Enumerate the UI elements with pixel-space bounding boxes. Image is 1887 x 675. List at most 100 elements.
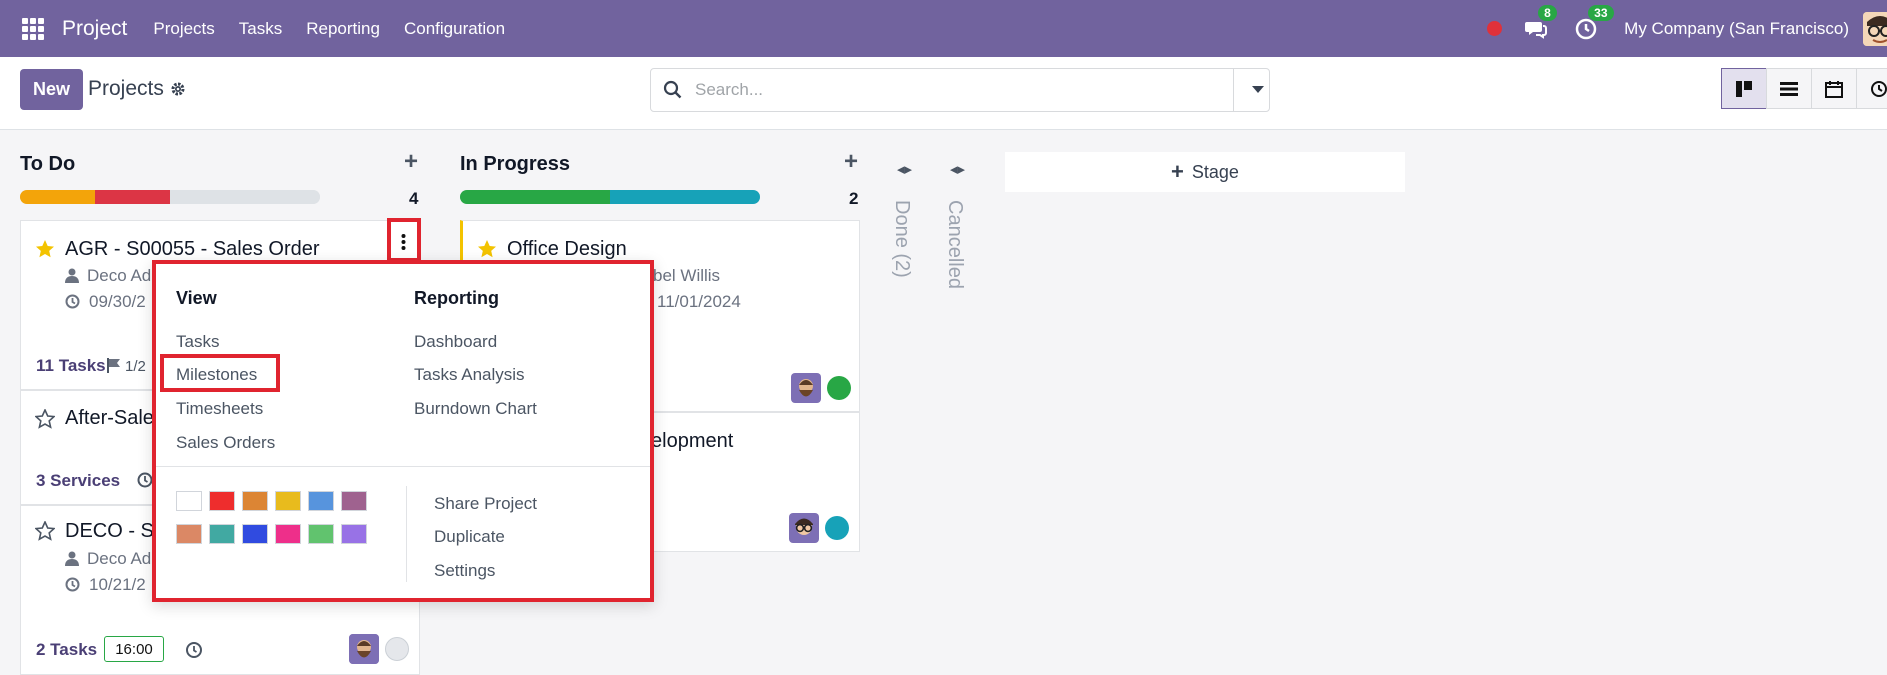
kanban-icon [1736,80,1752,97]
column-count-todo: 4 [409,189,419,208]
menu-item-timesheets[interactable]: Timesheets [176,399,263,419]
activities-badge: 33 [1588,4,1614,21]
status-indicator[interactable] [825,516,849,540]
list-icon [1780,81,1798,96]
status-indicator[interactable] [827,376,851,400]
menu-item-share-project[interactable]: Share Project [434,494,537,514]
favorite-star-icon[interactable] [35,521,55,541]
folded-column-done[interactable]: Done (2) [890,200,913,278]
add-stage-label: Stage [1191,161,1239,182]
card-date: 10/21/2 [89,575,146,594]
color-swatch-3[interactable] [275,491,301,511]
dropdown-divider [156,466,650,467]
calendar-view-button[interactable] [1811,68,1857,109]
menu-reporting[interactable]: Reporting [306,19,380,39]
dropdown-vertical-divider [406,486,407,582]
column-title-in-progress[interactable]: In Progress [460,153,570,176]
color-swatch-8[interactable] [242,524,268,544]
status-indicator[interactable] [385,637,409,661]
page-title: Projects [88,77,164,100]
expand-cancelled-column-icon[interactable]: ◂▸ [950,160,965,178]
card-title: AGR - S00055 - Sales Order [65,238,320,260]
color-swatch-0[interactable] [176,491,202,511]
list-view-button[interactable] [1766,68,1812,109]
activity-view-button[interactable] [1856,68,1887,109]
card-date: 11/01/2024 [657,292,741,311]
search-input[interactable] [695,80,1233,100]
add-stage-button[interactable]: + Stage [1005,152,1405,192]
messages-badge: 8 [1538,4,1557,21]
card-milestones-count: 1/2 [125,358,146,375]
expand-done-column-icon[interactable]: ◂▸ [897,160,912,178]
card-customer: bel Willis [653,266,721,285]
record-status-icon[interactable] [1487,21,1503,36]
top-navbar: Project Projects Tasks Reporting Configu… [0,0,1887,57]
plus-icon: + [1171,159,1184,184]
apps-menu-icon[interactable] [22,17,44,40]
add-card-todo-icon[interactable]: + [404,148,418,176]
new-button[interactable]: New [20,69,83,110]
messages-icon[interactable]: 8 [1524,4,1557,41]
color-swatch-1[interactable] [209,491,235,511]
activity-clock-icon[interactable] [185,641,203,659]
favorite-star-icon[interactable] [35,239,55,259]
search-bar[interactable] [650,68,1270,112]
gear-icon[interactable] [170,81,186,97]
color-swatch-5[interactable] [341,491,367,511]
view-section-heading: View [176,288,217,308]
progress-bar-in-progress[interactable] [460,190,760,204]
assignee-avatar[interactable] [349,634,379,664]
kanban-view-button[interactable] [1721,68,1767,109]
add-card-in-progress-icon[interactable]: + [844,148,858,176]
color-swatch-9[interactable] [275,524,301,544]
card-services-count[interactable]: 3 Services [36,471,120,491]
color-swatch-4[interactable] [308,491,334,511]
control-panel: New Projects [0,57,1887,130]
color-swatch-6[interactable] [176,524,202,544]
card-customer: Deco Ad [87,266,152,285]
card-title: DECO - S [65,520,154,542]
view-switcher [1721,68,1887,109]
column-title-todo[interactable]: To Do [20,153,75,176]
menu-item-sales-orders[interactable]: Sales Orders [176,433,275,453]
menu-configuration[interactable]: Configuration [404,19,505,39]
user-icon [65,551,79,566]
card-title: Office Design [507,238,627,260]
menu-projects[interactable]: Projects [153,19,214,39]
card-tasks-count[interactable]: 11 Tasks [36,356,106,376]
assignee-avatar[interactable] [791,373,821,403]
favorite-star-icon[interactable] [477,239,497,259]
user-icon [65,268,79,283]
card-title: elopment [651,430,734,452]
folded-column-cancelled[interactable]: Cancelled [943,200,966,289]
project-card-dropdown: View Reporting Tasks Milestones Timeshee… [152,260,654,602]
menu-item-dashboard[interactable]: Dashboard [414,332,497,352]
color-swatch-10[interactable] [308,524,334,544]
app-brand[interactable]: Project [62,17,127,41]
menu-item-burndown-chart[interactable]: Burndown Chart [414,399,537,419]
menu-item-tasks[interactable]: Tasks [176,332,219,352]
menu-tasks[interactable]: Tasks [239,19,282,39]
card-tasks-count[interactable]: 2 Tasks [36,640,97,660]
clock-icon [65,294,80,309]
search-icon [663,80,682,99]
assignee-avatar[interactable] [789,513,819,543]
color-swatch-11[interactable] [341,524,367,544]
card-customer: Deco Ad [87,549,152,568]
activities-clock-icon[interactable]: 33 [1574,4,1614,41]
color-swatch-2[interactable] [242,491,268,511]
menu-item-settings[interactable]: Settings [434,561,495,581]
column-count-in-progress: 2 [849,189,859,208]
favorite-star-icon[interactable] [35,409,55,429]
search-options-toggle[interactable] [1233,69,1269,111]
color-swatch-7[interactable] [209,524,235,544]
menu-item-tasks-analysis[interactable]: Tasks Analysis [414,365,525,385]
kebab-menu-icon[interactable] [401,233,406,251]
company-switcher[interactable]: My Company (San Francisco) [1624,19,1849,39]
menu-item-duplicate[interactable]: Duplicate [434,527,505,547]
breadcrumb: Projects [88,77,186,101]
activity-clock-icon[interactable] [137,472,153,488]
menu-item-milestones[interactable]: Milestones [176,365,257,385]
progress-bar-todo[interactable] [20,190,320,204]
user-avatar[interactable] [1863,11,1887,46]
